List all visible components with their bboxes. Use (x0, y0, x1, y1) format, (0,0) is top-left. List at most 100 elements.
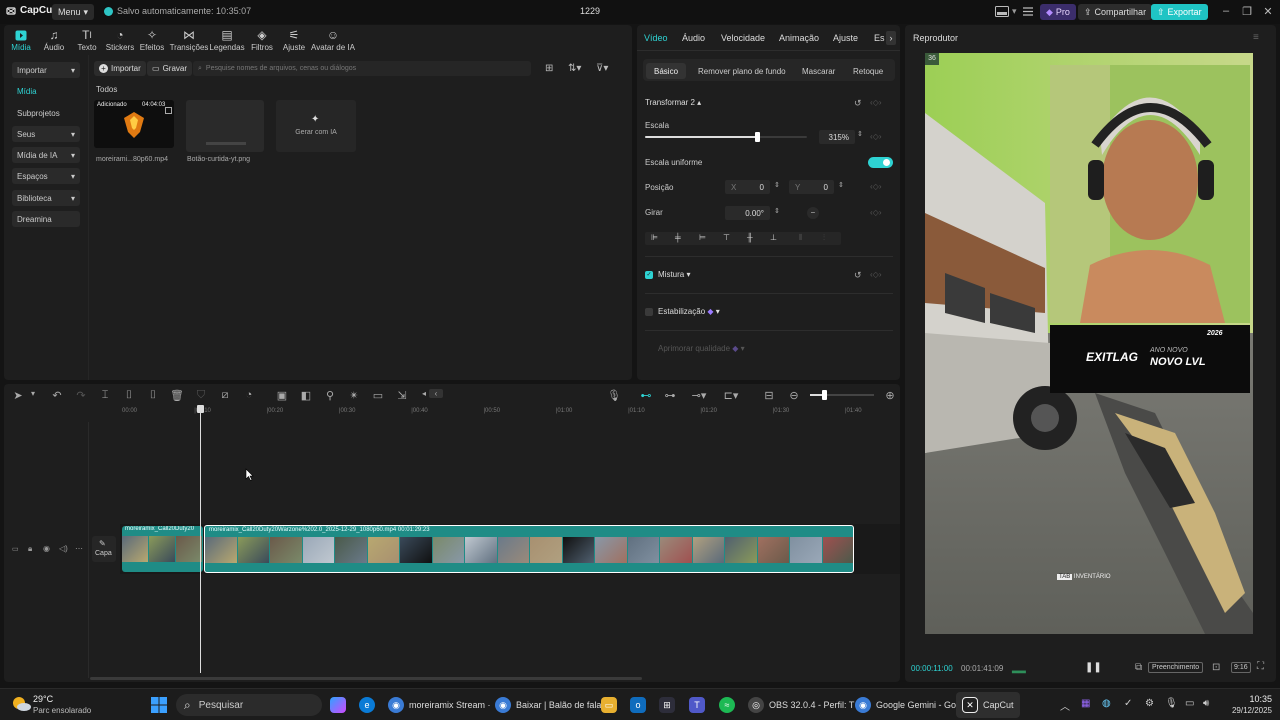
import-button[interactable]: + Importar (94, 61, 146, 76)
align-left-icon[interactable]: ⊫ (651, 233, 658, 242)
media-thumbnail-image[interactable] (186, 100, 264, 152)
tool-captions[interactable]: ▤ Legendas (207, 28, 247, 52)
sidebar-item-media[interactable]: Mídia (12, 83, 80, 99)
tab-video[interactable]: Vídeo (644, 33, 668, 43)
taskbar-search[interactable]: ⌕ Pesquisar (176, 694, 322, 716)
sidebar-item-library[interactable]: Biblioteca ▾ (12, 190, 80, 206)
sidebar-item-spaces[interactable]: Espaços ▾ (12, 168, 80, 184)
aspect-ratio-button[interactable]: 9:16 (1231, 662, 1251, 673)
track-video-icon[interactable]: ▭ (12, 545, 19, 553)
stepper-icon[interactable]: ⇕ (838, 181, 844, 189)
edge-icon[interactable]: e (359, 697, 375, 713)
sidebar-item-subprojects[interactable]: Subprojetos (12, 105, 80, 121)
grid-view-icon[interactable]: ⊞ (545, 63, 553, 74)
close-icon[interactable]: ✕ (1260, 5, 1276, 18)
windows-start-icon[interactable] (151, 697, 167, 713)
generate-ai-card[interactable]: ✦ Gerar com IA (276, 100, 356, 152)
weather-temp[interactable]: 29°C (33, 694, 53, 704)
video-clip-1[interactable]: moreiramix_Call20Duty20 (122, 526, 203, 572)
align-center-v-icon[interactable]: ╫ (747, 233, 753, 242)
playhead[interactable] (197, 405, 204, 673)
copilot-icon[interactable] (330, 697, 346, 713)
teams-icon[interactable]: T (689, 697, 705, 713)
volume-icon[interactable]: 🔊︎ (1203, 698, 1209, 709)
uniform-scale-toggle[interactable] (868, 157, 893, 168)
layout-chevron-icon[interactable]: ▾ (1012, 6, 1017, 17)
weather-icon[interactable] (10, 694, 32, 714)
transform-section[interactable]: Transformar 2 ▴ (645, 98, 701, 107)
sidebar-item-ai-media[interactable]: Mídia de IA ▾ (12, 147, 80, 163)
subtab-retouch[interactable]: Retoque (845, 63, 891, 79)
tab-adjust[interactable]: Ajuste (833, 33, 858, 43)
taskbar-app-gemini[interactable]: ◉ Google Gemini - Go (855, 696, 956, 714)
tool-transitions[interactable]: ⋈ Transições (169, 28, 209, 52)
sidebar-item-import[interactable]: Importar ▾ (12, 62, 80, 78)
position-y-input[interactable]: Y0 (789, 180, 834, 194)
tool-adjust[interactable]: ⚟ Ajuste (274, 28, 314, 52)
stepper-icon[interactable]: ⇕ (774, 181, 780, 189)
microphone-icon[interactable]: 🎙 (1165, 698, 1178, 709)
sidebar-item-dreamina[interactable]: Dreamina (12, 211, 80, 227)
taskbar-app-capcut[interactable]: ✕ CapCut (962, 696, 1014, 714)
more-icon[interactable]: ⋯ (75, 544, 83, 553)
fullscreen-icon[interactable]: ⛶ (1257, 661, 1264, 672)
export-button[interactable]: ⇧ Exportar (1151, 4, 1208, 20)
checkbox-icon[interactable] (165, 107, 172, 114)
fill-mode-button[interactable]: Preenchimento (1148, 662, 1204, 673)
tabs-scroll-right-icon[interactable]: › (886, 31, 896, 45)
tray-discord-icon[interactable]: ◍ (1102, 698, 1111, 709)
tab-audio[interactable]: Áudio (682, 33, 705, 43)
stabilize-section[interactable]: Estabilização ◆ ▾ (658, 307, 720, 316)
reset-icon[interactable]: ↺ (854, 270, 862, 281)
reset-icon[interactable]: ↺ (854, 98, 862, 109)
menu-icon[interactable]: ≡ (1253, 32, 1259, 43)
keyframe-icon[interactable]: ‹◇› (870, 182, 881, 191)
timeline-ruler[interactable]: 00:00|00:10|00:20|00:30|00:40|00:50|01:0… (4, 384, 900, 424)
blend-checkbox[interactable]: ✓ (645, 271, 653, 279)
stabilize-checkbox[interactable] (645, 308, 653, 316)
keyframe-icon[interactable]: ‹◇› (870, 270, 881, 279)
maximize-icon[interactable]: ❐ (1239, 5, 1255, 18)
media-thumbnail-video[interactable]: Adicionado 04:04:03 (94, 100, 174, 148)
tray-app-icon[interactable]: ▦ (1081, 698, 1090, 709)
tray-check-icon[interactable]: ✓ (1124, 698, 1132, 709)
tray-expand-icon[interactable]: ︿ (1060, 698, 1070, 713)
subtab-mask[interactable]: Mascarar (794, 63, 843, 79)
scale-slider-handle[interactable] (754, 132, 760, 142)
share-button[interactable]: ⇪ Compartilhar (1078, 4, 1153, 20)
filter-icon[interactable]: ⊽▾ (596, 63, 608, 74)
tab-more[interactable]: Es (874, 33, 885, 43)
outlook-icon[interactable]: o (630, 697, 646, 713)
eye-icon[interactable]: ◉ (43, 544, 50, 553)
minimize-icon[interactable]: – (1218, 5, 1234, 17)
volume-icon[interactable]: ◁) (59, 544, 68, 553)
taskbar-app-chrome-1[interactable]: ◉ moreiramix Stream · (388, 696, 491, 714)
clock-date[interactable]: 29/12/2025 (1216, 706, 1272, 715)
weather-desc[interactable]: Parc ensolarado (33, 706, 91, 715)
keyframe-icon[interactable]: ‹◇› (870, 208, 881, 217)
scale-input[interactable]: 315% (819, 130, 855, 144)
align-top-icon[interactable]: ⊤ (723, 233, 730, 242)
timeline-scrollbar[interactable] (90, 677, 642, 680)
tab-animation[interactable]: Animação (779, 33, 819, 43)
position-x-input[interactable]: X0 (725, 180, 770, 194)
tab-speed[interactable]: Velocidade (721, 33, 765, 43)
project-title[interactable]: 1229 (575, 6, 605, 16)
pause-icon[interactable]: ❚❚ (1085, 662, 1102, 673)
stepper-icon[interactable]: ⇕ (774, 207, 780, 215)
file-explorer-icon[interactable]: ▭ (601, 697, 617, 713)
blend-section[interactable]: Mistura ▾ (658, 270, 690, 279)
sidebar-item-yours[interactable]: Seus ▾ (12, 126, 80, 142)
tool-ai-avatar[interactable]: ☺ Avatar de IA (309, 28, 357, 52)
store-icon[interactable]: ⊞ (659, 697, 675, 713)
tray-settings-icon[interactable]: ⚙ (1145, 698, 1154, 709)
align-right-icon[interactable]: ⊨ (699, 233, 706, 242)
video-clip-2[interactable]: moreiramix_Call20Duty20Warzone%202.0_202… (204, 525, 854, 573)
media-search[interactable]: ⌕ Pesquise nomes de arquivos, cenas ou d… (193, 61, 531, 76)
subtab-basic[interactable]: Básico (646, 63, 687, 79)
menu-button[interactable]: Menu ▾ (52, 4, 95, 20)
stepper-icon[interactable]: ⇕ (857, 130, 863, 138)
taskbar-app-chrome-2[interactable]: ◉ Baixar | Balão de fala (495, 696, 601, 714)
scale-slider[interactable] (645, 132, 807, 142)
rotate-input[interactable]: 0.00° (725, 206, 770, 220)
